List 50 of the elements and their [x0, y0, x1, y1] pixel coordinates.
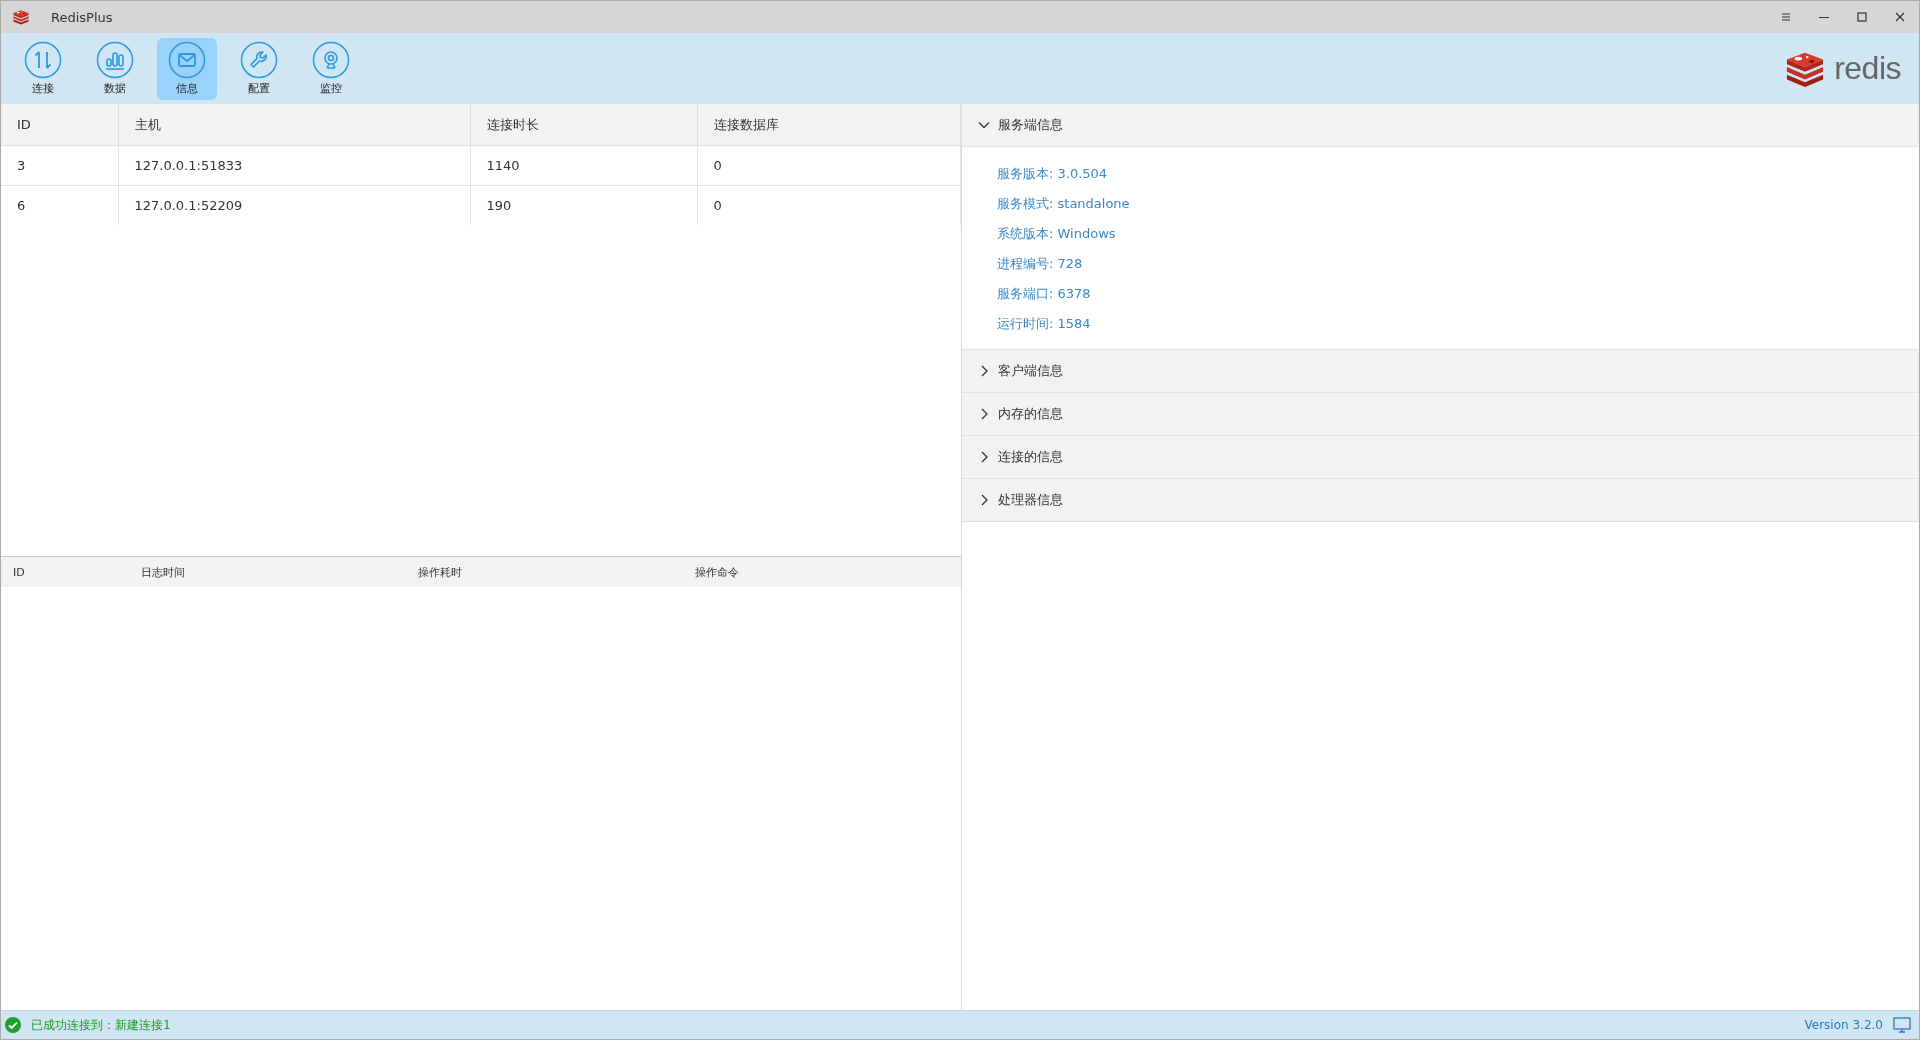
accordion-header[interactable]: 内存的信息 — [962, 393, 1919, 436]
toolbar-button[interactable]: 配置 — [229, 37, 289, 100]
column-header[interactable]: 操作耗时 — [406, 557, 683, 587]
info-line: 运行时间: 1584 — [997, 315, 1092, 333]
toolbar-button[interactable]: 数据 — [85, 37, 145, 100]
webcam-icon — [312, 41, 350, 79]
info-line: 系统版本: Windows — [997, 225, 1117, 243]
wrench-icon — [240, 41, 278, 79]
accordion-header[interactable]: 连接的信息 — [962, 436, 1919, 479]
column-header[interactable]: ID — [1, 104, 118, 146]
version-label: Version 3.2.0 — [1804, 1018, 1883, 1032]
section-title: 连接的信息 — [998, 448, 1063, 466]
column-header[interactable]: 日志时间 — [129, 557, 406, 587]
column-header[interactable]: 操作命令 — [683, 557, 961, 587]
table-cell: 127.0.0.1:51833 — [118, 145, 470, 186]
section-title: 服务端信息 — [998, 116, 1063, 134]
column-header[interactable]: 连接数据库 — [697, 104, 961, 146]
info-line: 进程编号: 728 — [997, 255, 1084, 273]
toolbar-button[interactable]: 连接 — [13, 37, 73, 100]
status-message: 已成功连接到：新建连接1 — [31, 1016, 171, 1034]
section-title: 处理器信息 — [998, 491, 1063, 509]
toolbar-button[interactable]: 监控 — [301, 37, 361, 100]
chevron-down-icon — [978, 119, 990, 131]
monitor-icon[interactable] — [1893, 1017, 1911, 1033]
column-header[interactable]: 主机 — [118, 104, 470, 146]
envelope-icon — [168, 41, 206, 79]
table-cell: 6 — [1, 185, 118, 225]
bar-chart-icon — [96, 41, 134, 79]
table-cell: 190 — [470, 185, 697, 225]
accordion-header[interactable]: 处理器信息 — [962, 479, 1919, 522]
minimize-icon — [1819, 16, 1829, 18]
accordion-header[interactable]: 服务端信息 — [962, 104, 1919, 147]
column-header[interactable]: ID — [1, 557, 129, 587]
table-cell: 3 — [1, 145, 118, 186]
info-line: 服务端口: 6378 — [997, 285, 1092, 303]
info-line: 服务版本: 3.0.504 — [997, 165, 1109, 183]
section-title: 客户端信息 — [998, 362, 1063, 380]
maximize-icon — [1854, 9, 1870, 25]
accordion-header[interactable]: 客户端信息 — [962, 350, 1919, 393]
table-cell: 127.0.0.1:52209 — [118, 185, 470, 225]
table-cell: 0 — [697, 145, 961, 186]
column-header[interactable]: 连接时长 — [470, 104, 697, 146]
logo-text: redis — [1834, 50, 1901, 87]
window-title: RedisPlus — [51, 9, 113, 25]
section-title: 内存的信息 — [998, 405, 1063, 423]
table-cell: 1140 — [470, 145, 697, 186]
toolbar-button[interactable]: 信息 — [157, 37, 217, 100]
info-line: 服务模式: standalone — [997, 195, 1131, 213]
arrows-icon — [24, 41, 62, 79]
table-cell: 0 — [697, 185, 961, 225]
